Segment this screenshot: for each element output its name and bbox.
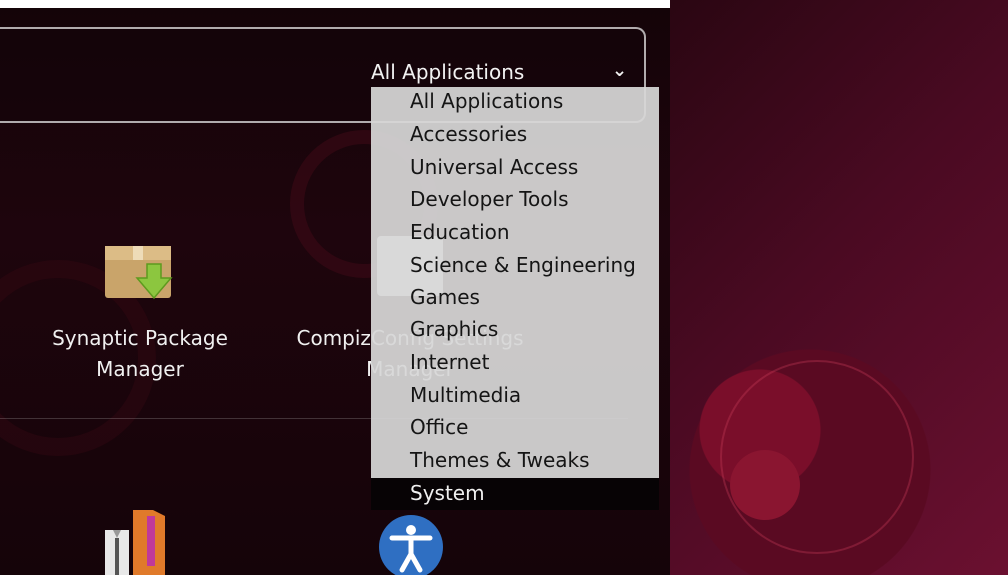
shirts-icon[interactable] xyxy=(103,508,179,575)
dropdown-item-internet[interactable]: Internet xyxy=(410,350,489,374)
chevron-down-icon[interactable]: ⌄ xyxy=(612,60,627,81)
dropdown-item-graphics[interactable]: Graphics xyxy=(410,317,498,341)
dropdown-item-science-engineering[interactable]: Science & Engineering xyxy=(410,253,636,277)
dropdown-item-developer-tools[interactable]: Developer Tools xyxy=(410,187,569,211)
desktop-wallpaper xyxy=(670,0,1008,575)
package-icon[interactable] xyxy=(103,236,175,302)
dropdown-item-multimedia[interactable]: Multimedia xyxy=(410,383,521,407)
dropdown-item-education[interactable]: Education xyxy=(410,220,510,244)
dropdown-item-games[interactable]: Games xyxy=(410,285,480,309)
app-label-line2: Manager xyxy=(96,357,184,381)
dropdown-item-system[interactable]: System xyxy=(410,481,485,505)
dropdown-item-themes-tweaks[interactable]: Themes & Tweaks xyxy=(410,448,590,472)
accessibility-icon[interactable] xyxy=(378,514,444,575)
wallpaper-dot xyxy=(730,450,800,520)
category-filter-label[interactable]: All Applications xyxy=(371,60,524,84)
dropdown-item-universal-access[interactable]: Universal Access xyxy=(410,155,578,179)
top-strip xyxy=(0,0,670,8)
app-label-line1: Synaptic Package xyxy=(52,326,228,350)
dropdown-item-office[interactable]: Office xyxy=(410,415,468,439)
dropdown-item-all-applications[interactable]: All Applications xyxy=(410,89,563,113)
app-synaptic-package-manager[interactable]: Synaptic Package Manager xyxy=(35,323,245,385)
dropdown-item-accessories[interactable]: Accessories xyxy=(410,122,527,146)
